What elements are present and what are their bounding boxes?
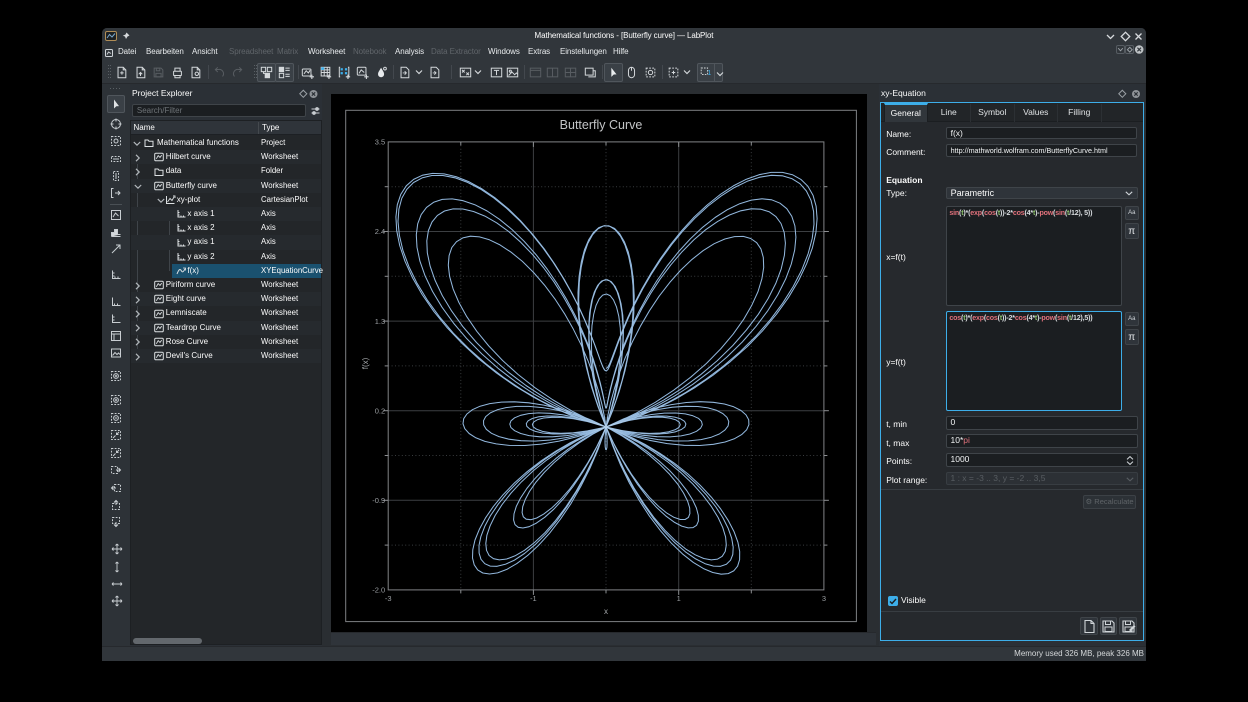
svg-text:f(x): f(x) [361, 357, 370, 369]
svg-text:-1: -1 [530, 594, 537, 603]
svg-text:0.2: 0.2 [375, 406, 385, 415]
svg-text:1: 1 [707, 68, 711, 77]
svg-text:1: 1 [677, 594, 681, 603]
svg-text:-0.9: -0.9 [372, 496, 385, 505]
svg-text:x: x [604, 607, 608, 616]
svg-text:-2.0: -2.0 [372, 586, 385, 595]
svg-text:-3: -3 [385, 594, 392, 603]
svg-text:2.4: 2.4 [375, 227, 385, 236]
svg-text:1.3: 1.3 [375, 317, 385, 326]
svg-text:Butterfly Curve: Butterfly Curve [560, 118, 643, 132]
svg-text:3: 3 [822, 594, 826, 603]
svg-text:3.5: 3.5 [375, 138, 385, 147]
